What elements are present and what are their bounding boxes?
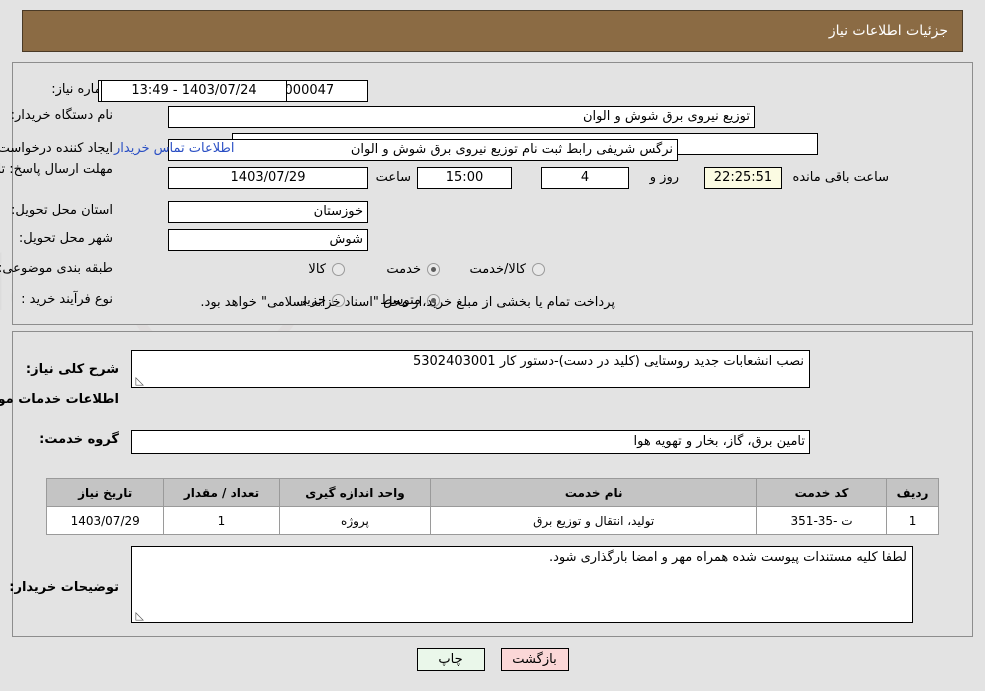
column-header-radif: ردیف xyxy=(886,478,939,507)
page-root: AriaTender .ir جزئیات اطلاعات نیاز شماره… xyxy=(0,0,985,691)
cell-date: 1403/07/29 xyxy=(45,506,165,535)
delivery-province-label: استان محل تحویل: xyxy=(11,203,113,218)
buyer-contact-link[interactable]: اطلاعات تماس خریدار xyxy=(114,141,234,156)
deadline-countdown-field: 22:25:51 xyxy=(704,167,782,189)
radio-kala-icon[interactable] xyxy=(332,263,345,276)
buyer-notes-label: توضیحات خریدار: xyxy=(9,580,119,595)
deadline-hour-label: ساعت xyxy=(375,170,411,185)
radio-kala-khedmat-icon[interactable] xyxy=(532,263,545,276)
delivery-city-field[interactable]: شوش xyxy=(168,229,368,251)
subject-category-option-kala-khedmat-label: کالا/خدمت xyxy=(469,262,526,277)
deadline-label: مهلت ارسال پاسخ: تا تاریخ: xyxy=(0,162,113,177)
subject-category-option-kala-khedmat[interactable]: کالا/خدمت xyxy=(455,262,545,277)
cell-code: ت -35-351 xyxy=(756,506,888,535)
services-section-title: اطلاعات خدمات مورد نیاز xyxy=(0,392,119,407)
cell-qty: 1 xyxy=(163,506,280,535)
subject-category-option-khedmat[interactable]: خدمت xyxy=(372,262,440,277)
column-header-qty: تعداد / مقدار xyxy=(163,478,280,507)
column-header-name: نام خدمت xyxy=(430,478,758,507)
requester-label: ایجاد کننده درخواست: xyxy=(0,141,113,156)
deadline-remaining-label: ساعت باقی مانده xyxy=(792,170,889,185)
buyer-org-label: نام دستگاه خریدار: xyxy=(10,108,113,123)
services-table: ردیف کد خدمت نام خدمت واحد اندازه گیری ت… xyxy=(45,478,939,535)
deadline-date-field[interactable]: 1403/07/29 xyxy=(168,167,368,189)
deadline-days-field[interactable]: 4 xyxy=(541,167,629,189)
footer-button-bar: بازگشت چاپ xyxy=(0,648,985,671)
general-description-label: شرح کلی نیاز: xyxy=(25,362,119,377)
subject-category-option-kala[interactable]: کالا xyxy=(294,262,345,277)
return-button[interactable]: بازگشت xyxy=(500,648,569,671)
announce-datetime-field[interactable]: 1403/07/24 - 13:49 xyxy=(101,80,287,102)
purchase-type-note: پرداخت تمام یا بخشی از مبلغ خرید،از محل … xyxy=(200,295,615,310)
general-description-value: نصب انشعابات جدید روستایی (کلید در دست)-… xyxy=(412,354,804,369)
delivery-province-field[interactable]: خوزستان xyxy=(168,201,368,223)
column-header-code: کد خدمت xyxy=(756,478,888,507)
delivery-city-label: شهر محل تحویل: xyxy=(18,231,113,246)
deadline-days-separator-label: روز و xyxy=(649,170,679,185)
subject-category-label: طبقه بندی موضوعی: xyxy=(0,261,113,276)
buyer-org-field[interactable]: توزیع نیروی برق شوش و الوان xyxy=(168,106,755,128)
resize-grip-icon[interactable]: ◺ xyxy=(134,375,144,386)
column-header-unit: واحد اندازه گیری xyxy=(278,478,432,507)
resize-grip-icon-notes[interactable]: ◺ xyxy=(134,610,144,621)
column-header-date: تاریخ نیاز xyxy=(45,478,165,507)
general-description-textarea[interactable]: نصب انشعابات جدید روستایی (کلید در دست)-… xyxy=(131,350,810,388)
page-title: جزئیات اطلاعات نیاز xyxy=(828,23,948,39)
buyer-notes-textarea[interactable]: لطفا کلیه مستندات پیوست شده همراه مهر و … xyxy=(131,546,913,623)
requester-field[interactable]: نرگس شریفی رابط ثبت نام توزیع نیروی برق … xyxy=(168,139,678,161)
purchase-type-label: نوع فرآیند خرید : xyxy=(21,292,113,307)
radio-khedmat-icon[interactable] xyxy=(427,263,440,276)
print-button[interactable]: چاپ xyxy=(416,648,485,671)
cell-radif: 1 xyxy=(886,506,939,535)
service-group-label: گروه خدمت: xyxy=(39,432,119,447)
subject-category-option-kala-label: کالا xyxy=(308,262,326,277)
cell-name: تولید، انتقال و توزیع برق xyxy=(430,506,758,535)
buyer-notes-value: لطفا کلیه مستندات پیوست شده همراه مهر و … xyxy=(548,550,907,565)
service-group-field[interactable]: تامین برق، گاز، بخار و تهویه هوا xyxy=(131,430,810,454)
subject-category-option-khedmat-label: خدمت xyxy=(386,262,421,277)
table-header-row: ردیف کد خدمت نام خدمت واحد اندازه گیری ت… xyxy=(45,478,939,507)
cell-unit: پروژه xyxy=(278,506,432,535)
table-row[interactable]: 1 ت -35-351 تولید، انتقال و توزیع برق پر… xyxy=(45,506,939,535)
deadline-hour-field[interactable]: 15:00 xyxy=(417,167,512,189)
page-header-bar: جزئیات اطلاعات نیاز xyxy=(22,10,963,52)
